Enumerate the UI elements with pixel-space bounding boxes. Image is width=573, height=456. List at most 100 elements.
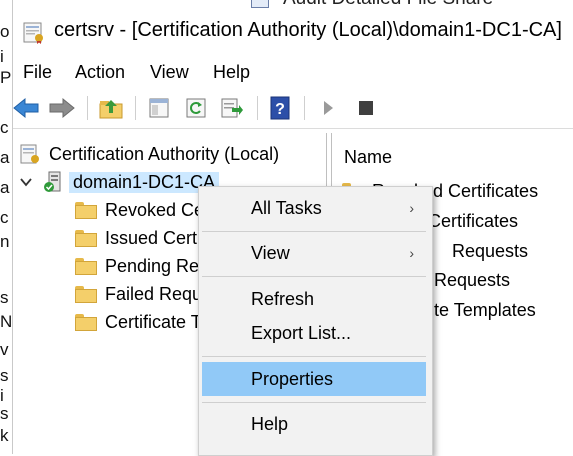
- tree-node-child[interactable]: Pending Re: [75, 253, 199, 279]
- menu-item-label: Properties: [251, 368, 334, 389]
- bg-letter: n: [0, 232, 10, 251]
- list-item-label: Requests: [434, 269, 511, 290]
- menu-separator: [202, 276, 426, 277]
- menu-item-view[interactable]: View ›: [199, 236, 432, 270]
- menu-help[interactable]: Help: [213, 62, 250, 83]
- menu-separator: [202, 356, 426, 357]
- menu-separator: [202, 402, 426, 403]
- tree-label: Certificate T: [105, 311, 202, 332]
- list-item-label: Certificates: [428, 210, 519, 231]
- menu-item-export-list[interactable]: Export List...: [199, 316, 432, 350]
- tree-label: Certification Authority (Local): [49, 143, 280, 164]
- up-one-level-button[interactable]: [98, 95, 124, 121]
- refresh-button[interactable]: [183, 95, 209, 121]
- toolbar: ?: [13, 90, 573, 129]
- list-item[interactable]: Requests: [452, 238, 528, 264]
- chevron-down-icon[interactable]: [19, 175, 33, 189]
- menu-bar: File Action View Help: [13, 58, 573, 86]
- tree-node-ca[interactable]: domain1-DC1-CA: [19, 169, 220, 195]
- certsrv-app-icon: [23, 22, 43, 44]
- bg-letter: s: [0, 288, 9, 307]
- menu-item-help[interactable]: Help: [199, 407, 432, 441]
- bg-letter: v: [0, 340, 9, 359]
- bg-letter: s: [0, 366, 9, 385]
- bg-letter: o: [0, 22, 10, 41]
- submenu-arrow-icon: ›: [409, 245, 414, 261]
- list-item[interactable]: Certificates: [428, 208, 518, 234]
- tree-node-child[interactable]: Failed Requ: [75, 281, 202, 307]
- tree-node-child[interactable]: Revoked Ce: [75, 197, 204, 223]
- menu-view[interactable]: View: [150, 62, 189, 83]
- tree-label: Pending Re: [105, 255, 200, 276]
- tree-node-child[interactable]: Certificate T: [75, 309, 202, 335]
- menu-item-all-tasks[interactable]: All Tasks ›: [199, 191, 432, 225]
- bg-letter: N: [0, 312, 13, 331]
- window-title: certsrv - [Certification Authority (Loca…: [54, 19, 562, 41]
- menu-item-label: All Tasks: [251, 197, 322, 218]
- context-menu: All Tasks › View › Refresh Export List..…: [198, 186, 433, 456]
- folder-icon: [75, 201, 97, 219]
- menu-item-refresh[interactable]: Refresh: [199, 282, 432, 316]
- folder-icon: [75, 285, 97, 303]
- up-folder-icon: [99, 100, 123, 119]
- tree-label: Issued Certi: [105, 227, 202, 248]
- bg-letter: c: [0, 208, 9, 227]
- bg-letter: a: [0, 178, 10, 197]
- tree-label: domain1-DC1-CA: [69, 171, 220, 193]
- back-button[interactable]: [13, 95, 39, 121]
- bg-letter: P: [0, 68, 12, 87]
- tree-node-certification-authority[interactable]: Certification Authority (Local): [19, 141, 279, 167]
- ca-server-running-icon: [44, 171, 61, 192]
- bg-letter: i: [0, 386, 4, 405]
- submenu-arrow-icon: ›: [409, 200, 414, 216]
- forward-arrow-icon: [49, 97, 75, 119]
- certification-authority-icon: [20, 144, 39, 164]
- export-list-button[interactable]: [219, 95, 245, 121]
- menu-item-label: Refresh: [251, 288, 315, 309]
- help-icon: ?: [270, 96, 290, 120]
- tree-node-child[interactable]: Issued Certi: [75, 225, 201, 251]
- start-service-button[interactable]: [315, 95, 341, 121]
- toolbar-separator: [87, 96, 88, 120]
- tree-label: Failed Requ: [105, 283, 203, 304]
- folder-icon: [75, 257, 97, 275]
- audit-icon: [251, 0, 269, 8]
- bg-letter: c: [0, 118, 9, 137]
- bg-letter: i: [0, 47, 4, 66]
- menu-action[interactable]: Action: [75, 62, 125, 83]
- bg-letter: a: [0, 148, 10, 167]
- background-window-strip: o i P c a a c n s N v s i s k: [0, 0, 12, 454]
- forward-button[interactable]: [49, 95, 75, 121]
- export-list-icon: [221, 98, 243, 118]
- title-bar[interactable]: certsrv - [Certification Authority (Loca…: [13, 10, 573, 54]
- play-icon: [324, 101, 333, 115]
- menu-item-properties[interactable]: Properties: [202, 362, 426, 396]
- console-tree-icon: [149, 98, 169, 118]
- background-peek-text: Audit Detailed File Share: [283, 0, 493, 8]
- list-item-label: Requests: [452, 240, 529, 261]
- bg-letter: s: [0, 404, 9, 423]
- toolbar-separator: [135, 96, 136, 120]
- menu-file[interactable]: File: [23, 62, 52, 83]
- column-header-name[interactable]: Name: [344, 147, 392, 168]
- refresh-icon: [186, 98, 206, 118]
- background-window-top: Audit Detailed File Share: [211, 0, 511, 8]
- menu-item-label: View: [251, 242, 290, 263]
- list-item[interactable]: te Templates: [434, 297, 536, 323]
- help-button[interactable]: ?: [267, 95, 293, 121]
- menu-item-label: Help: [251, 413, 289, 434]
- stop-icon: [359, 101, 373, 115]
- tree-label: Revoked Ce: [105, 199, 205, 220]
- toolbar-separator: [304, 96, 305, 120]
- list-item[interactable]: Requests: [434, 267, 510, 293]
- menu-item-label: Export List...: [251, 322, 352, 343]
- toolbar-separator: [257, 96, 258, 120]
- svg-text:?: ?: [275, 101, 285, 118]
- back-arrow-icon: [13, 97, 39, 119]
- stop-service-button[interactable]: [353, 95, 379, 121]
- list-item-label: te Templates: [434, 299, 536, 320]
- folder-icon: [75, 229, 97, 247]
- show-hide-console-tree-button[interactable]: [146, 95, 172, 121]
- folder-icon: [75, 313, 97, 331]
- bg-letter: k: [0, 426, 9, 445]
